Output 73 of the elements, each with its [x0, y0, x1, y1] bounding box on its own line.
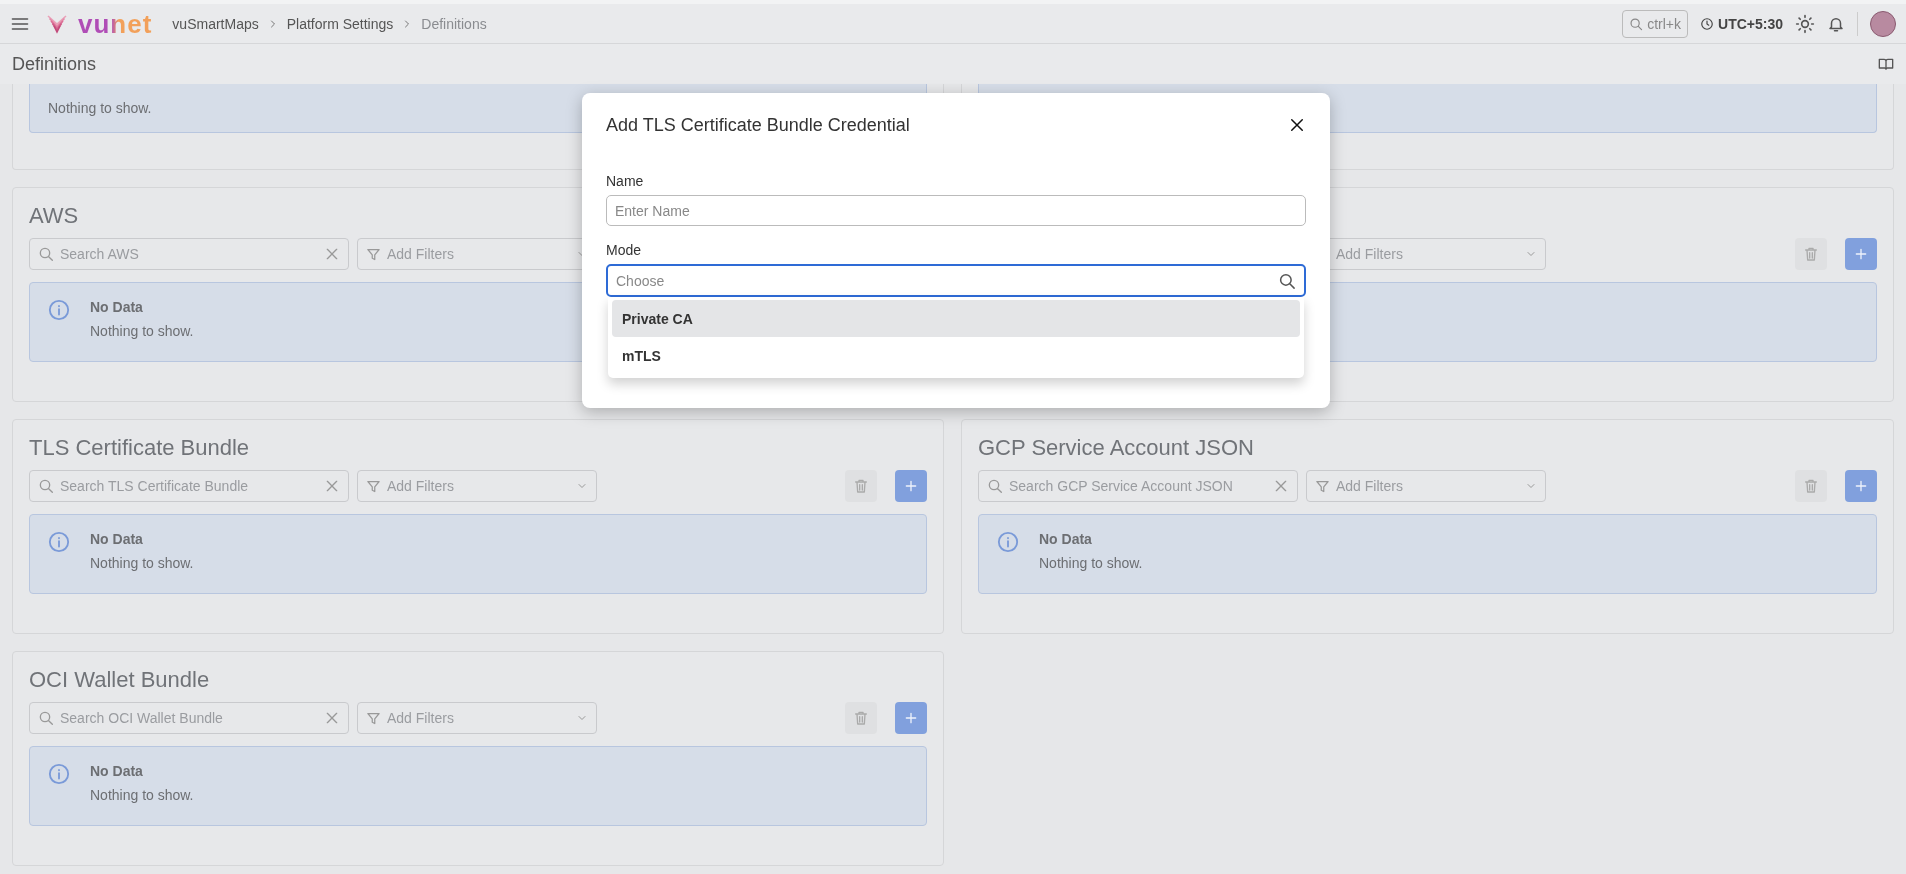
alert-title: No Data	[90, 531, 144, 547]
dialog-title: Add TLS Certificate Bundle Credential	[606, 114, 910, 136]
card-title: TLS Certificate Bundle	[29, 434, 250, 462]
plus-icon	[903, 478, 919, 494]
search-icon	[987, 478, 1003, 494]
filter-dropdown[interactable]: Add Filters	[357, 470, 597, 502]
clear-icon	[1273, 478, 1289, 494]
plus-icon	[903, 710, 919, 726]
search-icon	[1629, 16, 1644, 31]
search-icon	[1278, 271, 1296, 290]
trash-icon	[1803, 478, 1819, 494]
avatar[interactable]	[1870, 10, 1896, 37]
trash-icon	[1803, 246, 1819, 262]
mode-select[interactable]: Choose	[606, 264, 1306, 297]
funnel-icon	[366, 478, 381, 494]
trash-icon	[853, 478, 869, 494]
dropdown-option[interactable]: Private CA	[612, 300, 1300, 337]
info-icon	[48, 299, 70, 321]
delete-button[interactable]	[845, 702, 877, 734]
field-label: Name	[606, 173, 645, 189]
alert-title: No Data	[90, 763, 144, 779]
plus-icon	[1853, 478, 1869, 494]
breadcrumb-link[interactable]: Platform Settings	[286, 15, 394, 32]
alert-message: Nothing to show.	[1039, 555, 1143, 571]
add-button[interactable]	[895, 702, 927, 734]
search-field[interactable]: Search AWS	[29, 238, 349, 270]
delete-button[interactable]	[1795, 238, 1827, 270]
plus-icon	[1853, 246, 1869, 262]
clock-icon	[1700, 16, 1715, 31]
alert-message: Nothing to show.	[90, 323, 194, 339]
close-icon	[1288, 116, 1306, 134]
alert-message: Nothing to show.	[48, 100, 152, 116]
clear-icon	[324, 246, 340, 262]
info-icon	[48, 763, 70, 785]
funnel-icon	[366, 246, 381, 262]
funnel-icon	[1315, 478, 1330, 494]
add-button[interactable]	[895, 470, 927, 502]
search-field[interactable]: Search GCP Service Account JSON	[978, 470, 1298, 502]
search-icon	[38, 246, 54, 262]
alert-message: Nothing to show.	[90, 555, 194, 571]
funnel-icon	[366, 710, 381, 726]
logo-icon	[46, 12, 68, 35]
filter-dropdown[interactable]: Add Filters	[1306, 470, 1546, 502]
search-field[interactable]: Search TLS Certificate Bundle	[29, 470, 349, 502]
info-icon	[48, 531, 70, 553]
search-field[interactable]: Search OCI Wallet Bundle	[29, 702, 349, 734]
book-icon	[1878, 56, 1894, 72]
name-input[interactable]: Enter Name	[606, 195, 1306, 226]
delete-button[interactable]	[845, 470, 877, 502]
trash-icon	[853, 710, 869, 726]
breadcrumb-link[interactable]: vuSmartMaps	[172, 15, 259, 32]
search-icon	[38, 478, 54, 494]
breadcrumb-link[interactable]: Definitions	[421, 15, 487, 32]
alert-message: Nothing to show.	[90, 787, 194, 803]
card-title: GCP Service Account JSON	[978, 434, 1254, 462]
alert-title: No Data	[1039, 531, 1093, 547]
sun-icon	[1795, 13, 1815, 34]
add-button[interactable]	[1845, 470, 1877, 502]
search-icon	[38, 710, 54, 726]
clear-icon	[324, 478, 340, 494]
info-icon	[997, 531, 1019, 553]
alert-title: No Data	[90, 299, 144, 315]
clear-icon	[324, 710, 340, 726]
card-title: AWS	[29, 202, 79, 230]
search-button[interactable]: ctrl+k	[1622, 9, 1689, 38]
page-title: Definitions	[12, 53, 97, 75]
add-button[interactable]	[1845, 238, 1877, 270]
card-title: OCI Wallet Bundle	[29, 666, 210, 694]
filter-dropdown[interactable]: Add Filters	[357, 702, 597, 734]
close-button[interactable]	[1288, 116, 1306, 134]
timezone-button[interactable]: UTC+5:30	[1700, 15, 1783, 32]
delete-button[interactable]	[1795, 470, 1827, 502]
field-label: Mode	[606, 242, 643, 258]
